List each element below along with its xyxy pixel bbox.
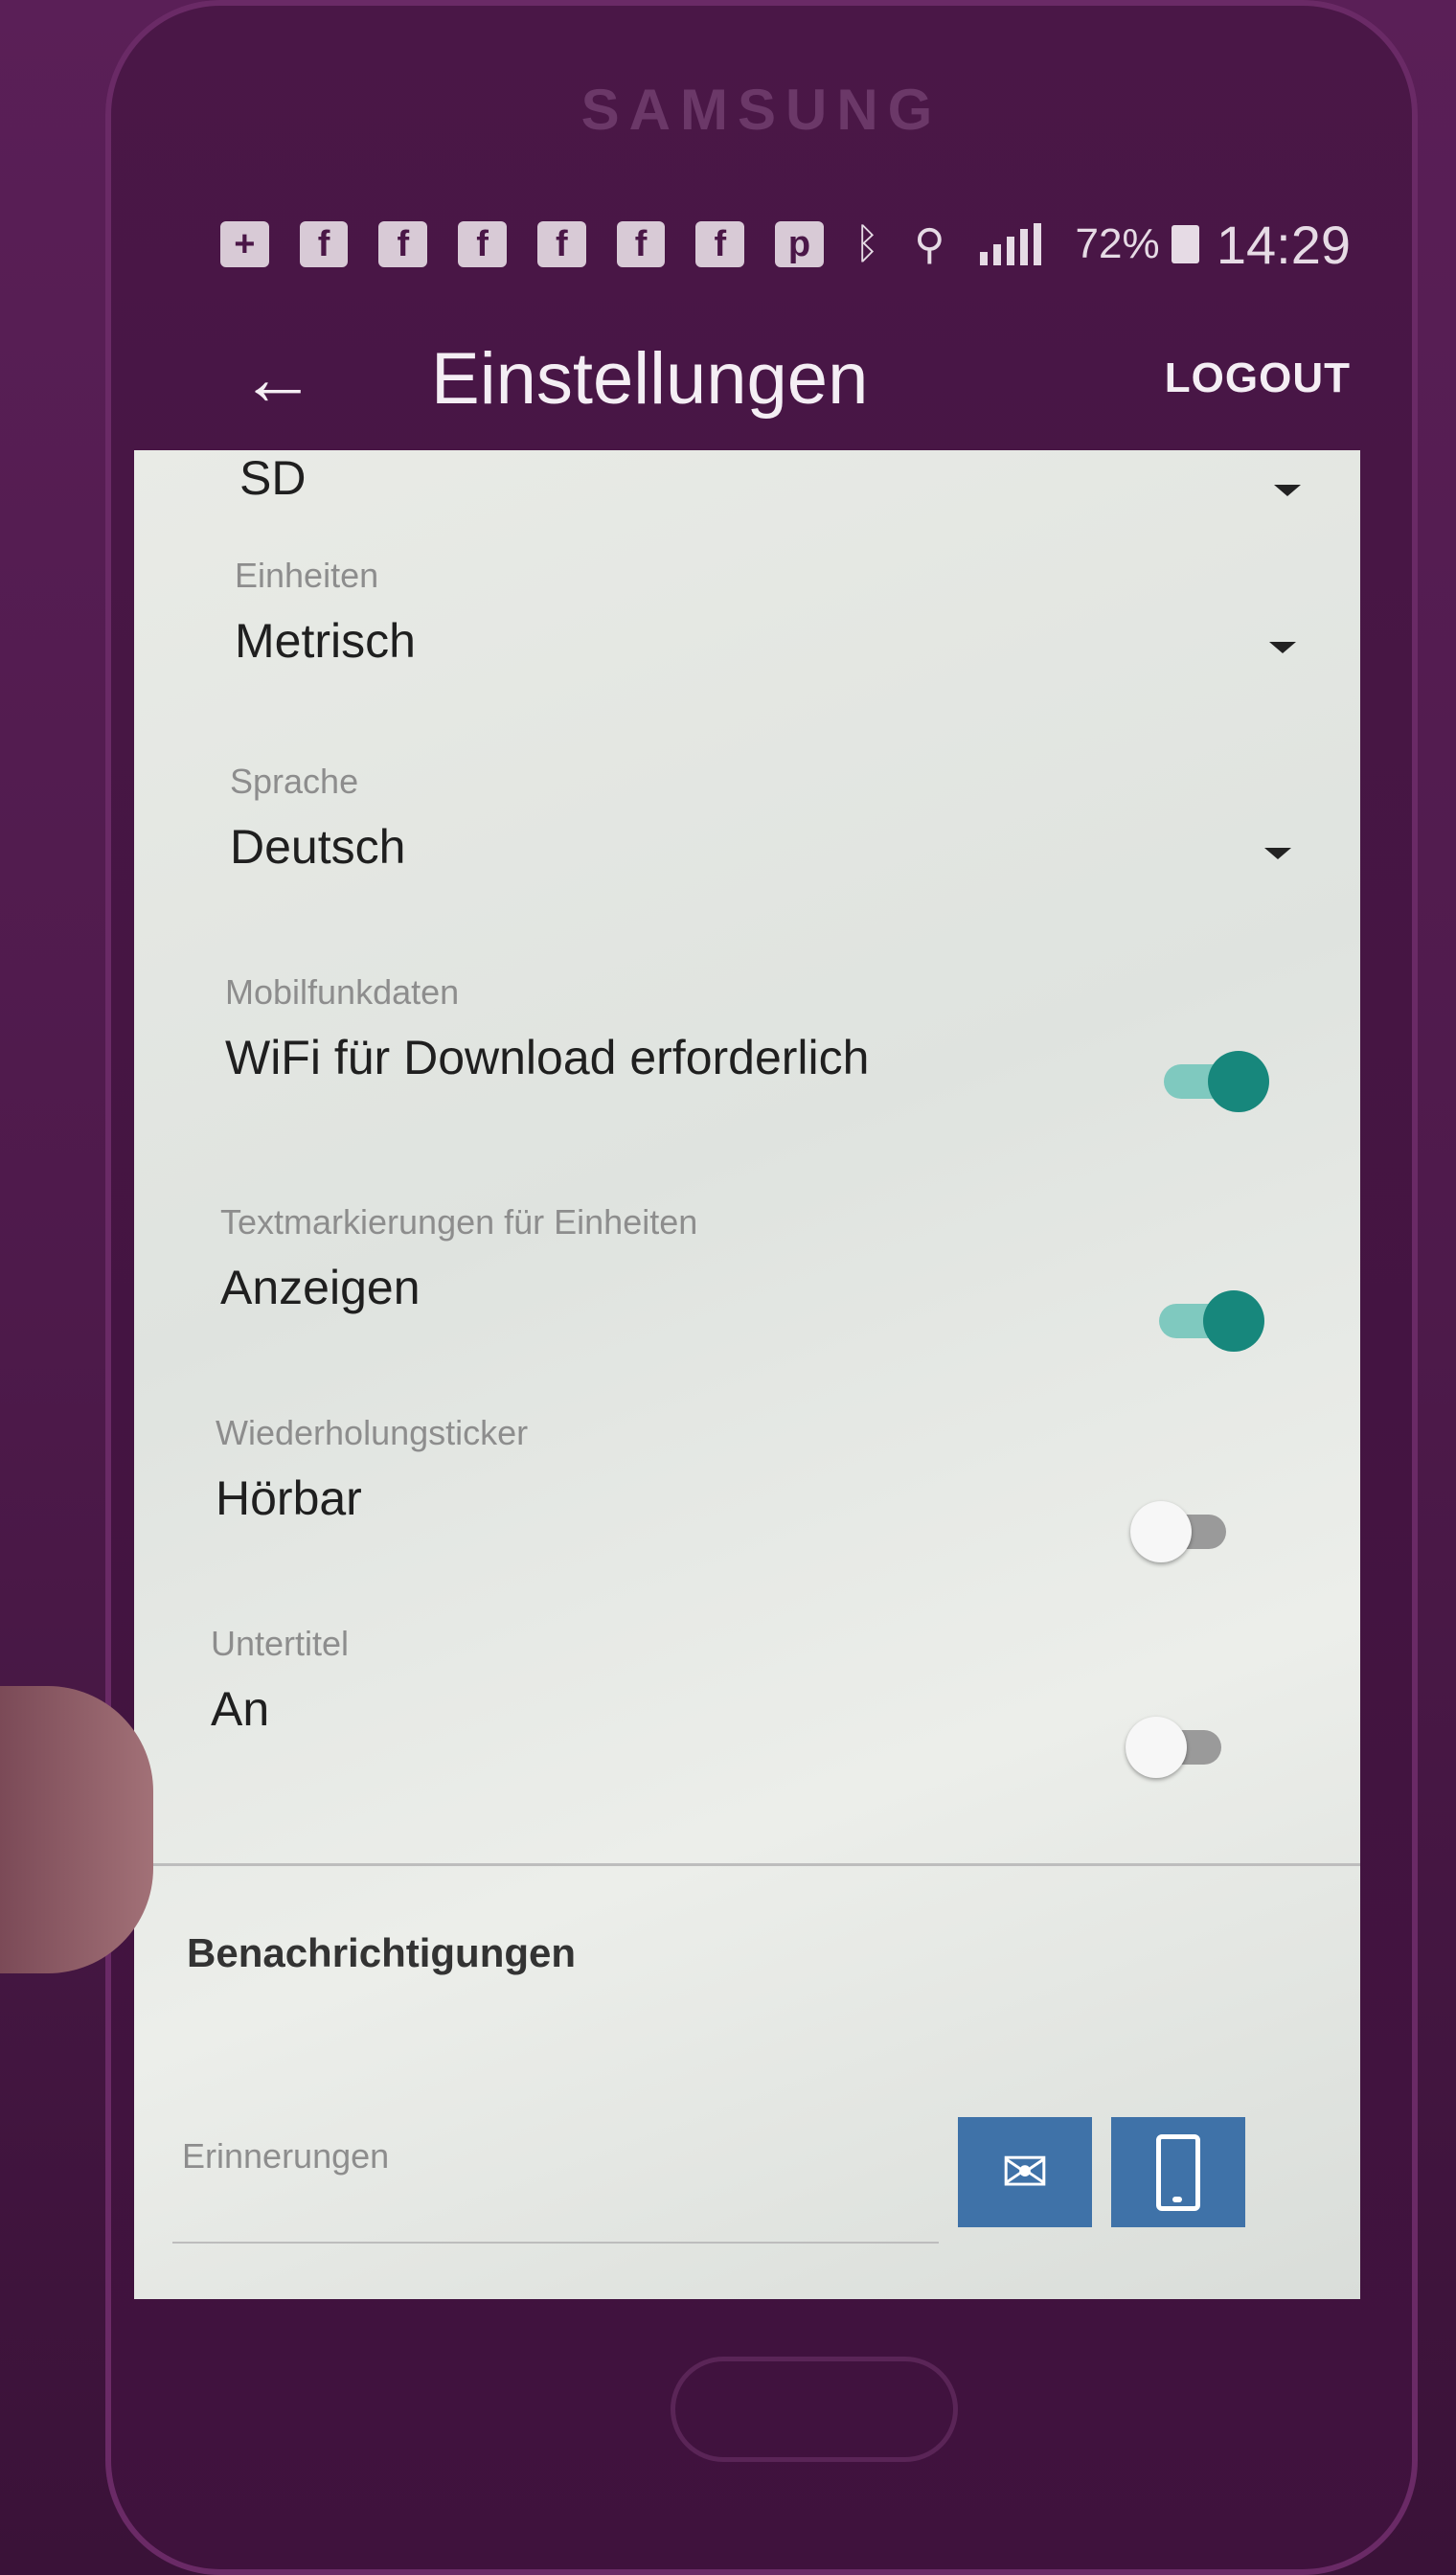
toggle-thumb bbox=[1208, 1051, 1269, 1112]
repeat-ticker-caption: Wiederholungsticker bbox=[216, 1413, 529, 1452]
audible-toggle[interactable] bbox=[1130, 1499, 1236, 1566]
language-caption: Sprache bbox=[230, 762, 359, 801]
device-brand: SAMSUNG bbox=[580, 78, 943, 142]
settings-list[interactable]: SD Einheiten Metrisch Sprache Deutsch Mo… bbox=[134, 450, 1360, 2299]
repeat-ticker-label: Hörbar bbox=[216, 1471, 362, 1525]
battery-percent: 72% bbox=[1075, 220, 1160, 267]
logout-button[interactable]: LOGOUT bbox=[1165, 354, 1351, 402]
show-markers-toggle[interactable] bbox=[1159, 1288, 1264, 1356]
language-value: Deutsch bbox=[230, 820, 406, 874]
subtitles-toggle[interactable] bbox=[1126, 1715, 1231, 1782]
mobile-data-caption: Mobilfunkdaten bbox=[225, 972, 460, 1012]
battery-icon bbox=[1171, 225, 1199, 263]
reminders-caption: Erinnerungen bbox=[182, 2136, 390, 2176]
finger bbox=[0, 1686, 153, 1973]
toggle-thumb bbox=[1126, 1717, 1187, 1778]
home-button[interactable] bbox=[671, 2357, 958, 2462]
subtitles-setting[interactable]: Untertitel An bbox=[134, 1624, 1360, 1796]
dropdown-arrow-icon bbox=[1264, 848, 1291, 859]
device-reminder-button[interactable] bbox=[1111, 2117, 1245, 2227]
smartphone-icon bbox=[1156, 2133, 1200, 2211]
subtitles-label: An bbox=[211, 1682, 270, 1736]
units-value: Metrisch bbox=[235, 614, 416, 668]
facebook-icon: f bbox=[616, 221, 666, 267]
facebook-icon: f bbox=[299, 221, 349, 267]
quality-setting[interactable]: SD bbox=[134, 450, 1360, 536]
unit-markers-label: Anzeigen bbox=[220, 1261, 421, 1314]
units-caption: Einheiten bbox=[235, 556, 379, 595]
field-underline bbox=[172, 2242, 939, 2244]
units-setting[interactable]: Einheiten Metrisch bbox=[134, 556, 1360, 728]
email-reminder-button[interactable]: ✉ bbox=[958, 2117, 1092, 2227]
subtitles-caption: Untertitel bbox=[211, 1624, 350, 1663]
facebook-icon: f bbox=[458, 221, 507, 267]
back-arrow-icon[interactable]: ← bbox=[239, 334, 354, 422]
bluetooth-icon: ᛒ bbox=[853, 220, 880, 267]
unit-markers-setting[interactable]: Textmarkierungen für Einheiten Anzeigen bbox=[134, 1202, 1360, 1375]
page-title: Einstellungen bbox=[431, 337, 869, 420]
mobile-data-setting[interactable]: Mobilfunkdaten WiFi für Download erforde… bbox=[134, 972, 1360, 1145]
mobile-data-label: WiFi für Download erforderlich bbox=[225, 1031, 870, 1084]
quality-value: SD bbox=[239, 451, 307, 505]
signal-icon bbox=[979, 223, 1047, 265]
clock: 14:29 bbox=[1216, 214, 1351, 275]
notifications-section-title: Benachrichtigungen bbox=[187, 1930, 577, 1975]
section-divider bbox=[134, 1863, 1360, 1866]
dropdown-arrow-icon bbox=[1274, 485, 1301, 496]
wifi-download-toggle[interactable] bbox=[1164, 1049, 1269, 1116]
toggle-thumb bbox=[1130, 1501, 1192, 1562]
add-icon: + bbox=[220, 221, 269, 267]
language-setting[interactable]: Sprache Deutsch bbox=[134, 762, 1360, 934]
unit-markers-caption: Textmarkierungen für Einheiten bbox=[220, 1202, 698, 1242]
reminders-setting: Erinnerungen ✉ bbox=[134, 2117, 1360, 2290]
pinterest-icon: p bbox=[775, 221, 824, 267]
facebook-icon: f bbox=[378, 221, 428, 267]
app-bar: ← Einstellungen LOGOUT bbox=[239, 307, 1351, 450]
nfc-icon: ⚲ bbox=[914, 220, 945, 268]
status-bar: + f f f f f f p ᛒ ⚲ 72% 14:29 bbox=[220, 206, 1351, 283]
dropdown-arrow-icon bbox=[1269, 642, 1296, 653]
repeat-ticker-setting[interactable]: Wiederholungsticker Hörbar bbox=[134, 1413, 1360, 1585]
toggle-thumb bbox=[1203, 1290, 1264, 1352]
facebook-icon: f bbox=[695, 221, 745, 267]
mail-icon: ✉ bbox=[1000, 2139, 1050, 2204]
facebook-icon: f bbox=[536, 221, 586, 267]
